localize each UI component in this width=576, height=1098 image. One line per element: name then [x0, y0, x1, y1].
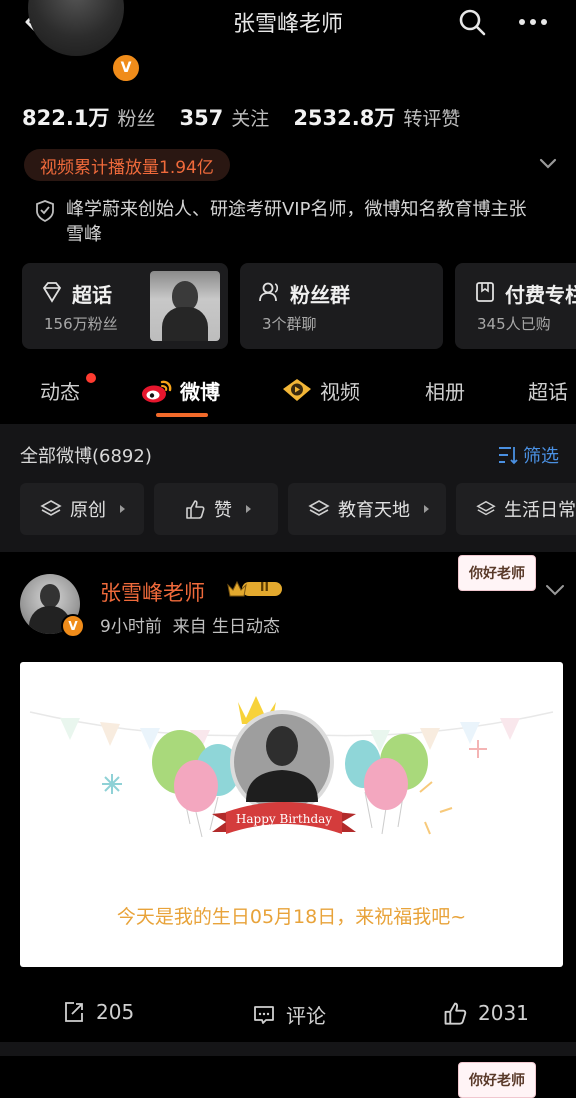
chip-label: 生活日常	[504, 500, 576, 521]
tab-super-topic[interactable]: 超话	[528, 376, 568, 405]
chip-original[interactable]: 原创	[20, 483, 144, 535]
chip-arrow-icon	[246, 505, 251, 513]
all-posts-count: 全部微博(6892)	[20, 446, 152, 467]
stat-interactions-label: 转评赞	[403, 108, 461, 130]
like-button[interactable]: 2031	[442, 1000, 529, 1026]
chip-arrow-icon	[120, 505, 125, 513]
sticker-badge: 你好老师	[458, 1062, 536, 1098]
fan-group-card[interactable]: 粉丝群 3个群聊	[240, 263, 443, 349]
filter-icon[interactable]	[497, 444, 519, 466]
stat-followers-value: 822.1万	[22, 106, 110, 130]
avatar[interactable]	[28, 0, 124, 56]
post-meta: 9小时前 来自 生日动态	[100, 617, 281, 637]
active-tab-indicator	[156, 413, 208, 417]
tab-video[interactable]: 视频	[320, 376, 360, 405]
chip-like[interactable]: 赞	[154, 483, 278, 535]
card-title: 粉丝群	[290, 283, 350, 307]
stat-following-label: 关注	[231, 108, 270, 130]
verified-badge: V	[111, 53, 141, 83]
stat-interactions-value: 2532.8万	[293, 106, 396, 130]
birthday-message: 今天是我的生日05月18日，来祝福我吧~	[116, 906, 467, 928]
tab-album[interactable]: 相册	[425, 376, 465, 405]
post-divider	[0, 1042, 576, 1056]
repost-button[interactable]: 205	[62, 1000, 134, 1024]
thumbs-up-icon	[186, 500, 205, 519]
card-title: 超话	[72, 283, 112, 307]
comment-button[interactable]: 评论	[252, 1000, 326, 1029]
stat-followers-label: 粉丝	[117, 108, 156, 130]
stat-followers[interactable]: 822.1万 粉丝	[22, 102, 155, 132]
layers-icon	[308, 500, 330, 516]
comment-icon	[254, 1005, 274, 1024]
chip-label: 教育天地	[338, 500, 410, 521]
super-topic-card[interactable]: 超话 156万粉丝	[22, 263, 228, 349]
tab-dynamic[interactable]: 动态	[40, 376, 80, 405]
birthday-illustration	[29, 696, 554, 838]
user-group-icon	[258, 280, 284, 306]
play-count-badge: 视频累计播放量1.94亿	[24, 149, 230, 181]
stat-following[interactable]: 357 关注	[179, 104, 269, 131]
birthday-banner-text: Happy Birthday	[235, 812, 333, 826]
stat-interactions[interactable]: 2532.8万 转评赞	[293, 102, 460, 132]
comment-label: 评论	[286, 1004, 326, 1028]
post-author[interactable]: 张雪峰老师	[100, 577, 205, 607]
search-icon[interactable]	[455, 5, 489, 39]
filter-button[interactable]: 筛选	[523, 442, 559, 468]
shield-icon	[35, 199, 57, 223]
chip-education[interactable]: 教育天地	[288, 483, 446, 535]
member-level-badge: II	[226, 578, 284, 600]
chip-label: 原创	[70, 500, 106, 521]
chip-daily-life[interactable]: 生活日常	[456, 483, 576, 535]
tab-weibo[interactable]: 微博	[180, 376, 220, 405]
bookmark-icon	[473, 280, 499, 306]
chevron-down-icon[interactable]	[536, 152, 560, 176]
like-count: 2031	[478, 1001, 529, 1025]
chip-label: 赞	[214, 500, 232, 521]
card-subtitle: 156万粉丝	[44, 315, 118, 333]
card-thumbnail	[150, 271, 220, 341]
thumbs-up-icon	[444, 1002, 467, 1025]
profile-bio: 峰学蔚来创始人、研途考研VIP名师，微博知名教育博主张雪峰	[66, 199, 527, 245]
more-icon[interactable]	[515, 5, 551, 39]
video-icon	[281, 377, 313, 403]
chip-arrow-icon	[424, 505, 429, 513]
stat-following-value: 357	[179, 106, 224, 130]
weibo-logo-icon	[140, 378, 174, 404]
sticker-badge: 你好老师	[458, 555, 536, 591]
level-text: II	[260, 580, 269, 594]
card-title: 付费专栏	[505, 283, 576, 307]
layers-icon	[40, 500, 62, 516]
paid-column-card[interactable]: 付费专栏 345人已购	[455, 263, 576, 349]
card-subtitle: 345人已购	[477, 315, 551, 333]
birthday-card[interactable]: Happy Birthday 今天是我的生日05月18日，来祝福我吧~	[20, 662, 563, 967]
repost-count: 205	[96, 1000, 135, 1024]
share-icon	[65, 1002, 83, 1022]
diamond-icon	[40, 280, 66, 306]
chevron-down-icon[interactable]	[542, 580, 568, 600]
layers-icon	[476, 500, 496, 516]
card-subtitle: 3个群聊	[262, 315, 317, 333]
notification-dot	[86, 373, 96, 383]
verified-badge: V	[61, 614, 85, 638]
profile-stats: 822.1万 粉丝 357 关注 2532.8万 转评赞	[22, 102, 460, 132]
